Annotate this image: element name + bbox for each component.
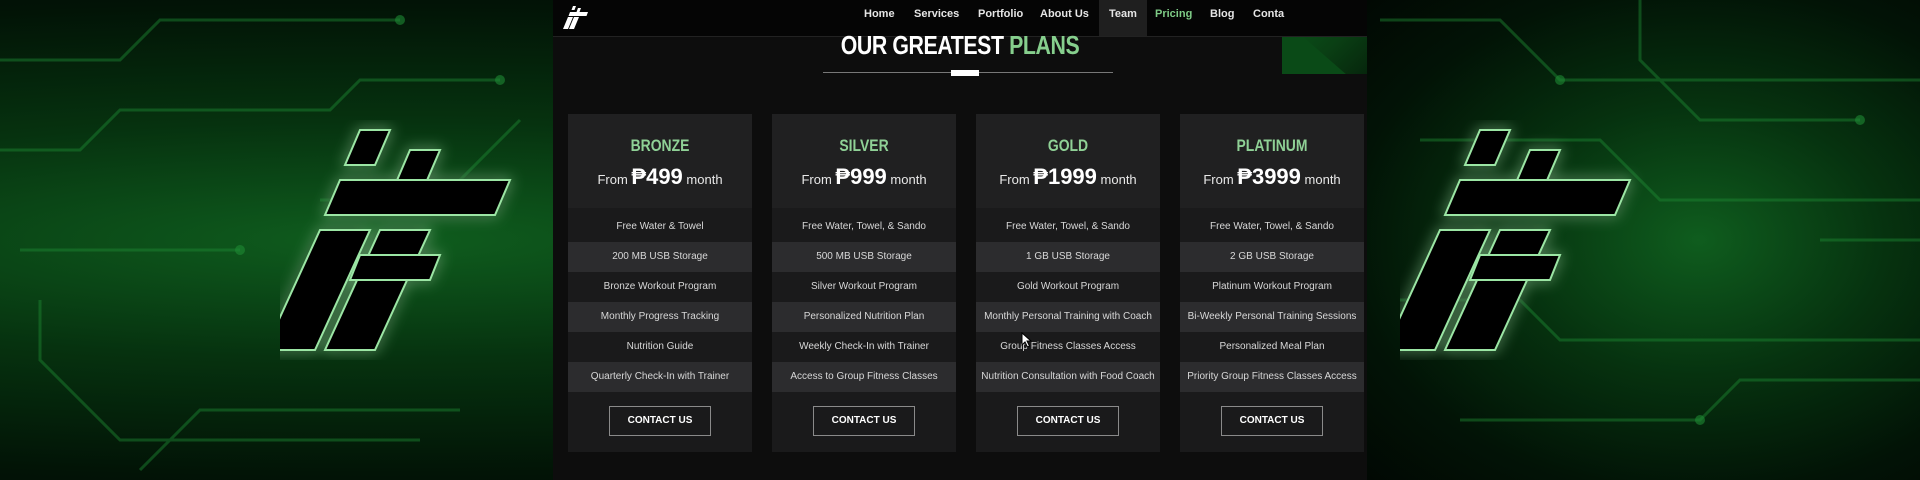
- feature-item: 500 MB USB Storage: [772, 242, 956, 272]
- feature-item: Priority Group Fitness Classes Access: [1180, 362, 1364, 392]
- ff-logo-icon: [1400, 129, 1632, 351]
- price-suffix: month: [890, 172, 927, 187]
- feature-item: Free Water, Towel, & Sando: [1180, 212, 1364, 242]
- feature-item: Free Water, Towel, & Sando: [976, 212, 1160, 242]
- contact-us-button[interactable]: CONTACT US: [609, 406, 711, 436]
- plan-price: From ₱3999 month: [1180, 164, 1364, 190]
- feature-item: Personalized Nutrition Plan: [772, 302, 956, 332]
- feature-item: Nutrition Guide: [568, 332, 752, 362]
- plan-name: PLATINUM: [1236, 136, 1308, 155]
- feature-item: Group Fitness Classes Access: [976, 332, 1160, 362]
- feature-item: 1 GB USB Storage: [976, 242, 1160, 272]
- plan-card-silver: SILVER From ₱999 month Free Water, Towel…: [772, 114, 956, 452]
- feature-list: Free Water, Towel, & Sando 2 GB USB Stor…: [1180, 212, 1364, 392]
- plan-name: GOLD: [1047, 136, 1089, 155]
- plan-name: BRONZE: [630, 136, 690, 155]
- contact-us-button[interactable]: CONTACT US: [813, 406, 915, 436]
- price-amount: ₱3999: [1237, 164, 1301, 189]
- feature-item: 2 GB USB Storage: [1180, 242, 1364, 272]
- price-amount: ₱1999: [1033, 164, 1097, 189]
- feature-list: Free Water, Towel, & Sando 1 GB USB Stor…: [976, 212, 1160, 392]
- ff-logo-icon[interactable]: [563, 4, 589, 30]
- feature-item: Bi-Weekly Personal Training Sessions: [1180, 302, 1364, 332]
- price-suffix: month: [686, 172, 723, 187]
- plan-price: From ₱1999 month: [976, 164, 1160, 190]
- plan-name: SILVER: [839, 136, 889, 155]
- feature-item: Personalized Meal Plan: [1180, 332, 1364, 362]
- plan-card-header: PLATINUM From ₱3999 month: [1180, 114, 1364, 208]
- price-amount: ₱499: [631, 164, 683, 189]
- price-suffix: month: [1100, 172, 1137, 187]
- contact-us-button[interactable]: CONTACT US: [1017, 406, 1119, 436]
- contact-us-button[interactable]: CONTACT US: [1221, 406, 1323, 436]
- feature-list: Free Water & Towel 200 MB USB Storage Br…: [568, 212, 752, 392]
- feature-item: Free Water & Towel: [568, 212, 752, 242]
- price-suffix: month: [1304, 172, 1341, 187]
- plan-price: From ₱499 month: [568, 164, 752, 190]
- price-prefix: From: [999, 172, 1030, 187]
- plan-card-platinum: PLATINUM From ₱3999 month Free Water, To…: [1180, 114, 1364, 452]
- plan-card-header: BRONZE From ₱499 month: [568, 114, 752, 208]
- plan-card-bronze: BRONZE From ₱499 month Free Water & Towe…: [568, 114, 752, 452]
- feature-item: Platinum Workout Program: [1180, 272, 1364, 302]
- feature-item: Silver Workout Program: [772, 272, 956, 302]
- feature-item: Bronze Workout Program: [568, 272, 752, 302]
- plan-card-header: GOLD From ₱1999 month: [976, 114, 1160, 208]
- ff-logo-icon: [280, 129, 512, 351]
- mouse-cursor-icon: [1021, 332, 1033, 348]
- price-prefix: From: [801, 172, 832, 187]
- website-viewport: Home Services Portfolio About Us Team Pr…: [553, 0, 1367, 480]
- title-divider-mark: [951, 70, 979, 76]
- price-prefix: From: [597, 172, 628, 187]
- section-title: OUR GREATEST PLANS: [626, 30, 1293, 61]
- plan-card-gold: GOLD From ₱1999 month Free Water, Towel,…: [976, 114, 1160, 452]
- plan-card-header: SILVER From ₱999 month: [772, 114, 956, 208]
- feature-list: Free Water, Towel, & Sando 500 MB USB St…: [772, 212, 956, 392]
- feature-item: Access to Group Fitness Classes: [772, 362, 956, 392]
- section-title-part1: OUR GREATEST: [840, 30, 1004, 60]
- plan-price: From ₱999 month: [772, 164, 956, 190]
- feature-item: Quarterly Check-In with Trainer: [568, 362, 752, 392]
- feature-item: 200 MB USB Storage: [568, 242, 752, 272]
- feature-item: Monthly Progress Tracking: [568, 302, 752, 332]
- feature-item: Free Water, Towel, & Sando: [772, 212, 956, 242]
- section-title-accent: PLANS: [1009, 30, 1080, 60]
- feature-item: Monthly Personal Training with Coach: [976, 302, 1160, 332]
- feature-item: Weekly Check-In with Trainer: [772, 332, 956, 362]
- price-prefix: From: [1203, 172, 1234, 187]
- price-amount: ₱999: [835, 164, 887, 189]
- feature-item: Nutrition Consultation with Food Coach: [976, 362, 1160, 392]
- feature-item: Gold Workout Program: [976, 272, 1160, 302]
